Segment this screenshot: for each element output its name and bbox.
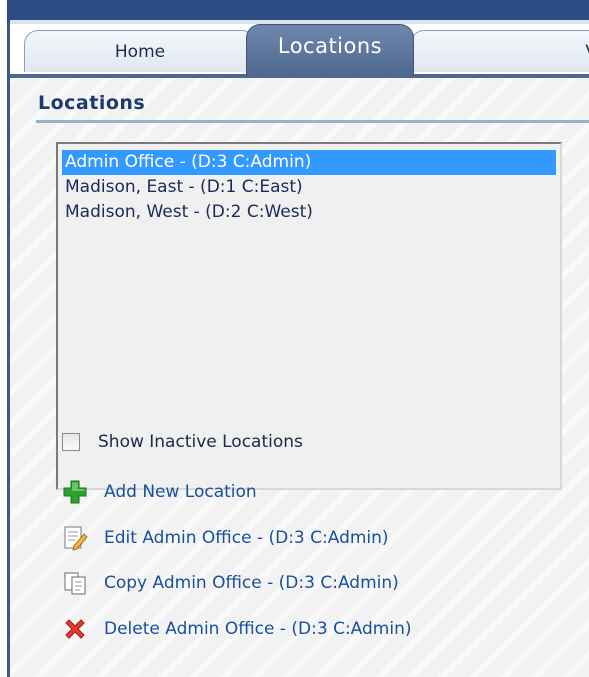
add-location-row[interactable]: Add New Location [62, 479, 257, 505]
tab-locations-label: Locations [277, 34, 383, 58]
header-bar [7, 0, 589, 22]
add-location-link[interactable]: Add New Location [104, 482, 257, 502]
list-item[interactable]: Admin Office - (D:3 C:Admin) [62, 150, 556, 175]
copy-location-row[interactable]: Copy Admin Office - (D:3 C:Admin) [62, 570, 399, 596]
show-inactive-row: Show Inactive Locations [62, 432, 303, 452]
edit-location-row[interactable]: Edit Admin Office - (D:3 C:Admin) [62, 525, 389, 551]
delete-icon [65, 619, 85, 639]
edit-location-link[interactable]: Edit Admin Office - (D:3 C:Admin) [104, 528, 389, 548]
copy-icon [64, 572, 86, 595]
list-item[interactable]: Madison, East - (D:1 C:East) [62, 175, 556, 200]
edit-icon [64, 526, 88, 551]
delete-location-row[interactable]: Delete Admin Office - (D:3 C:Admin) [62, 616, 412, 642]
show-inactive-label[interactable]: Show Inactive Locations [98, 432, 303, 452]
content-panel: Locations Admin Office - (D:3 C:Admin) M… [10, 78, 589, 677]
page-title: Locations [38, 92, 146, 114]
plus-icon [63, 480, 87, 504]
tab-home-label: Home [114, 41, 166, 62]
title-divider [36, 120, 589, 123]
show-inactive-checkbox[interactable] [62, 433, 80, 451]
copy-location-link[interactable]: Copy Admin Office - (D:3 C:Admin) [104, 573, 399, 593]
tab-bar: Home V Locations [10, 24, 589, 76]
tab-next-label: V [585, 42, 589, 62]
tab-locations[interactable]: Locations [246, 24, 414, 76]
delete-location-link[interactable]: Delete Admin Office - (D:3 C:Admin) [104, 619, 412, 639]
tab-next[interactable]: V [410, 30, 589, 72]
list-item[interactable]: Madison, West - (D:2 C:West) [62, 200, 556, 225]
tab-home[interactable]: Home [24, 30, 256, 72]
